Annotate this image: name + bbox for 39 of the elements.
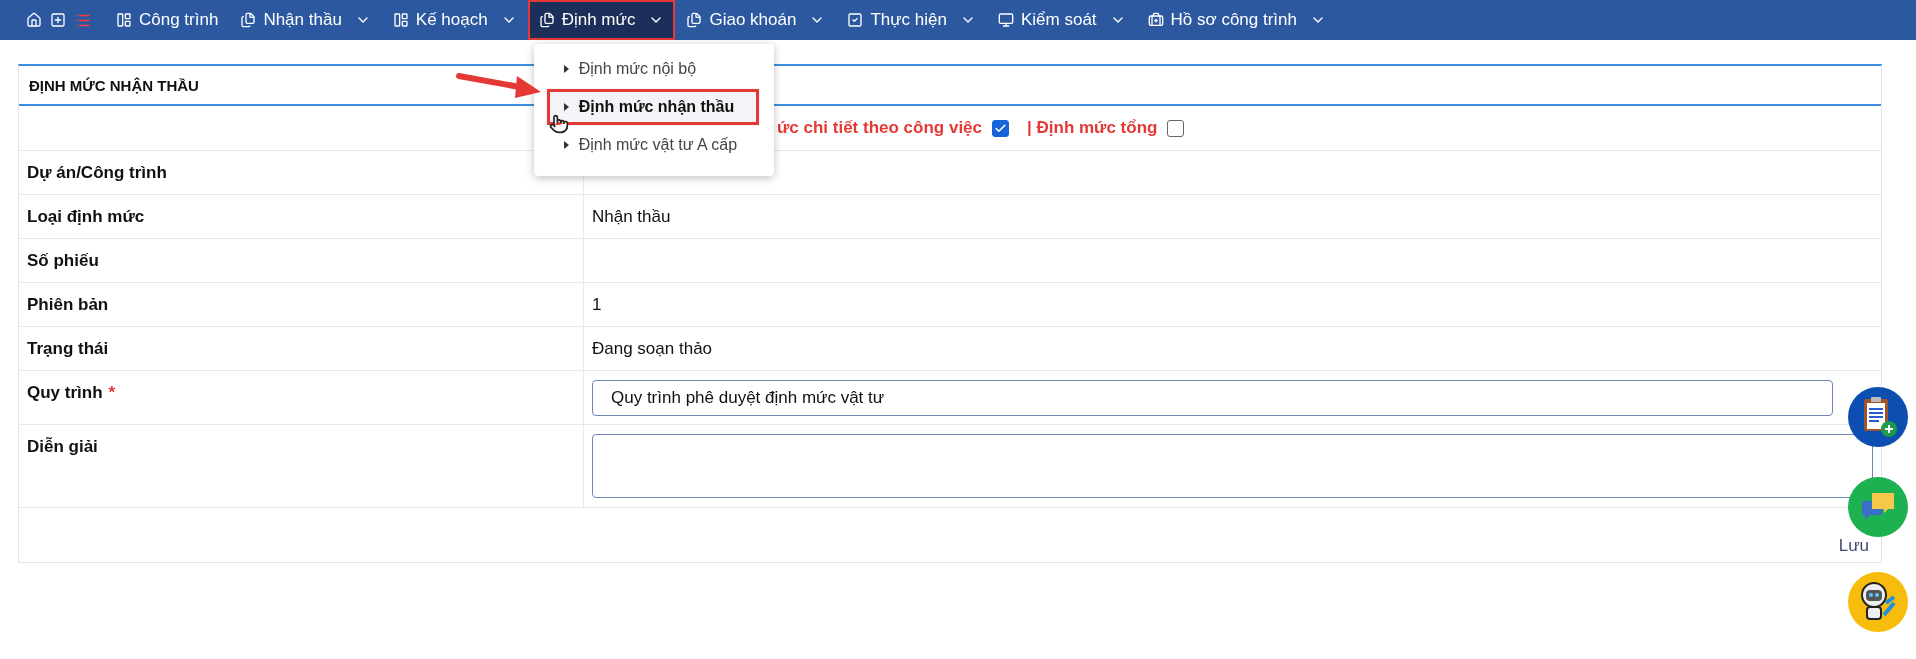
text-area[interactable] — [592, 434, 1873, 498]
field-value: 1 — [592, 294, 602, 315]
check-icon — [994, 121, 1008, 135]
triangle-icon — [563, 65, 569, 73]
field-label: Số phiếu — [27, 250, 99, 271]
nav-menu-item[interactable]: Định mức — [527, 0, 676, 40]
home-icon[interactable] — [26, 12, 42, 28]
field-label: Loại định mức — [27, 206, 145, 227]
checkbox[interactable] — [992, 119, 1010, 137]
save-button[interactable]: Lưu — [1836, 536, 1871, 556]
nav-menu-item[interactable]: Hồ sơ công trình — [1136, 0, 1337, 40]
field-label: Trạng thái — [27, 338, 109, 359]
field-label: Diễn giải — [27, 437, 98, 457]
field-label: Phiên bản — [27, 294, 109, 315]
nav-menu-item[interactable]: Kế hoạch — [381, 0, 528, 40]
field-label: Quy trình — [27, 383, 103, 403]
option-label: | Định mức tổng — [1027, 118, 1158, 138]
robot-icon[interactable] — [1848, 572, 1908, 632]
nav-menu-item[interactable]: Nhận thầu — [229, 0, 382, 40]
nav-menu-item[interactable]: Kiểm soát — [986, 0, 1137, 40]
triangle-icon — [563, 141, 569, 149]
select-field[interactable]: Quy trình phê duyệt định mức vật tư — [592, 379, 1833, 416]
triangle-icon — [563, 103, 569, 111]
option-label: ức chi tiết theo công việc — [777, 118, 983, 138]
nav-menu-item[interactable]: Giao khoán — [675, 0, 837, 40]
dropdown-item[interactable]: Định mức nội bộ — [533, 50, 774, 88]
required-mark: * — [108, 383, 116, 403]
field-value: Nhận thầu — [592, 206, 671, 227]
pointer-cursor-icon — [549, 114, 569, 134]
clipboard-add-icon[interactable] — [1848, 387, 1908, 447]
chat-icon[interactable] — [1848, 477, 1908, 537]
field-value: Đang soạn thảo — [592, 338, 713, 359]
field-label: Dự án/Công trình — [27, 162, 167, 183]
nav-menu-item[interactable]: Thực hiện — [836, 0, 987, 40]
nav-menu-item[interactable]: Công trình — [105, 0, 230, 40]
checkbox[interactable] — [1167, 119, 1185, 137]
dropdown-item[interactable]: Định mức nhận thầu — [545, 88, 760, 126]
add-icon[interactable] — [50, 12, 66, 28]
dropdown-item[interactable]: Định mức vật tư A cấp — [533, 126, 774, 164]
